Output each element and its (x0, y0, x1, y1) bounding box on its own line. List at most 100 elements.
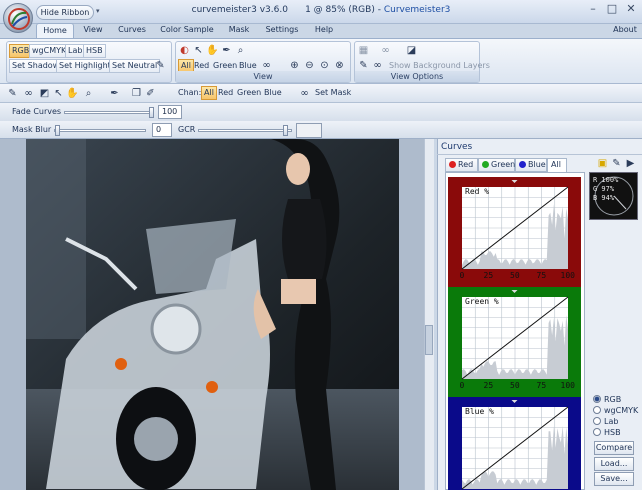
tab-curves[interactable]: Curves (114, 23, 150, 39)
compare-button[interactable]: Compare (594, 441, 634, 455)
zoom-tool-icon[interactable]: ⌕ (82, 87, 95, 100)
fade-curves-slider-thumb[interactable] (149, 107, 154, 118)
sample-tool-icon[interactable]: ✎ (6, 87, 19, 100)
toolbar-channel-all[interactable]: All (201, 86, 217, 100)
pointer-icon[interactable]: ↖ (192, 44, 205, 57)
app-menu-orb[interactable] (3, 3, 33, 33)
load-button[interactable]: Load... (594, 457, 634, 471)
hand-tool-icon[interactable]: ✋ (66, 87, 79, 100)
view-options-caption: View Options (355, 71, 479, 82)
quick-access-menu[interactable]: ▾ (96, 7, 100, 15)
canvas-scrollbar[interactable] (424, 139, 434, 490)
curve-tick-label: 100 (560, 271, 575, 280)
hand-icon[interactable]: ✋ (206, 44, 219, 57)
fade-curves-value[interactable]: 100 (158, 105, 182, 119)
zoom-icon[interactable]: ⌕ (234, 44, 247, 57)
color-wheel-icon[interactable]: ◐ (178, 44, 191, 57)
save-button[interactable]: Save... (594, 472, 634, 486)
mask-tool-icon[interactable]: ◩ (38, 87, 51, 100)
tools-toolbar: ✎ ∞ ◩ ↖ ✋ ⌕ ✒ ❐ ✐ Chan: All Red Green Bl… (0, 84, 642, 103)
toolbar-channel-green[interactable]: Green (237, 88, 261, 97)
folder-icon[interactable]: ▣ (596, 157, 609, 170)
red-dot-icon (449, 161, 456, 168)
layers-icon[interactable]: ▦ (357, 44, 370, 57)
pointer-tool-icon[interactable]: ↖ (52, 87, 65, 100)
gcr-label: GCR (178, 125, 196, 134)
curve-tab-all[interactable]: All (547, 158, 567, 172)
curve-tick-label: 0 (459, 271, 465, 280)
picker-icon[interactable]: ✒ (220, 44, 233, 57)
tab-help[interactable]: Help (310, 23, 338, 39)
mask-glasses-icon[interactable]: ∞ (298, 87, 311, 100)
tab-settings[interactable]: Settings (262, 23, 302, 39)
copy-icon[interactable]: ❐ (130, 87, 143, 100)
minimize-icon[interactable]: – (584, 1, 602, 17)
ribbon-tabs: Home View Curves Color Sample Mask Setti… (0, 22, 642, 39)
radio-icon (593, 417, 601, 425)
blue-curve-box[interactable]: Blue % 0255075100 (448, 397, 581, 490)
gcr-value[interactable] (296, 123, 322, 138)
mode-wgcmyk-radio[interactable]: wgCMYK (593, 406, 638, 415)
curve-tick-label: 25 (483, 271, 494, 280)
view-tool-icon[interactable]: ∞ (22, 87, 35, 100)
toolbar-channel-red[interactable]: Red (218, 88, 233, 97)
mask-blur-slider[interactable] (54, 125, 146, 136)
gcr-slider-thumb[interactable] (282, 125, 288, 136)
brush-icon[interactable]: ✐ (144, 87, 157, 100)
mask-blur-slider-thumb[interactable] (55, 125, 60, 136)
tab-mask[interactable]: Mask (224, 23, 254, 39)
red-curve-box[interactable]: Red % 0 25 50 75 100 (448, 177, 581, 289)
hide-ribbon-button[interactable]: Hide Ribbon (36, 5, 94, 20)
about-link[interactable]: About (610, 23, 640, 39)
close-icon[interactable]: ✕ (622, 1, 640, 17)
toolbar-channel-blue[interactable]: Blue (264, 88, 282, 97)
window-controls: – □ ✕ (584, 1, 640, 19)
maximize-icon[interactable]: □ (603, 1, 621, 17)
curve-tick-label: 75 (536, 381, 547, 390)
radio-icon (593, 428, 601, 436)
curves-panel-title: Curves (441, 142, 473, 152)
set-neutral-button[interactable]: Set Neutral (109, 59, 161, 73)
mask-blur-label: Mask Blur (12, 125, 52, 134)
green-dot-icon (482, 161, 489, 168)
photo-illustration (26, 139, 399, 490)
mode-hsb-radio[interactable]: HSB (593, 428, 621, 437)
set-shadow-button[interactable]: Set Shadow (9, 59, 63, 73)
gcr-slider[interactable] (198, 125, 292, 136)
document-image[interactable] (26, 139, 399, 490)
green-curve-box[interactable]: Green % 0 25 50 75 100 (448, 287, 581, 399)
view-options-group: ▦ ∞ ◪ ✎ ∞ Show Background Layers View Op… (354, 41, 490, 83)
tab-view[interactable]: View (78, 23, 108, 39)
fade-curves-slider[interactable] (64, 107, 154, 118)
app-logo-icon (8, 8, 30, 30)
view-group-caption: View (176, 71, 350, 82)
mode-lab-radio[interactable]: Lab (593, 417, 618, 426)
set-highlight-button[interactable]: Set Highlight (56, 59, 114, 73)
radio-icon (593, 406, 601, 414)
curve-tab-red[interactable]: Red (445, 158, 478, 172)
blue-dot-icon (519, 161, 526, 168)
home-group: RGB wgCMYK Lab HSB Set Shadow Set Highli… (6, 41, 172, 83)
mode-rgb-radio[interactable]: RGB (593, 395, 621, 404)
tab-color-sample[interactable]: Color Sample (158, 23, 216, 39)
mask-blur-value[interactable]: 0 (152, 123, 172, 137)
play-icon[interactable]: ▶ (624, 157, 637, 170)
set-mask-button[interactable]: Set Mask (315, 88, 351, 97)
mask-view-icon[interactable]: ◪ (405, 44, 418, 57)
curve-tick-label: 25 (483, 381, 494, 390)
curve-tick-label: 50 (510, 271, 520, 280)
curve-tab-blue[interactable]: Blue (515, 158, 547, 172)
curve-tab-green[interactable]: Green (478, 158, 515, 172)
colorspace-hsb-button[interactable]: HSB (83, 44, 106, 58)
eyedropper-icon[interactable]: ✎ (154, 59, 167, 72)
edit-icon[interactable]: ✎ (610, 157, 623, 170)
eyedropper-tool-icon[interactable]: ✒ (108, 87, 121, 100)
fade-curves-label: Fade Curves (12, 107, 62, 116)
tab-home[interactable]: Home (36, 23, 74, 39)
readout-b: B 94% (593, 194, 615, 202)
overlay-icon[interactable]: ∞ (379, 44, 392, 57)
canvas-scrollbar-thumb[interactable] (425, 325, 433, 355)
mask-blur-bar: Mask Blur 0 GCR (0, 121, 642, 139)
colorspace-wgcmyk-button[interactable]: wgCMYK (29, 44, 70, 58)
channel-label: Chan: (178, 88, 202, 97)
